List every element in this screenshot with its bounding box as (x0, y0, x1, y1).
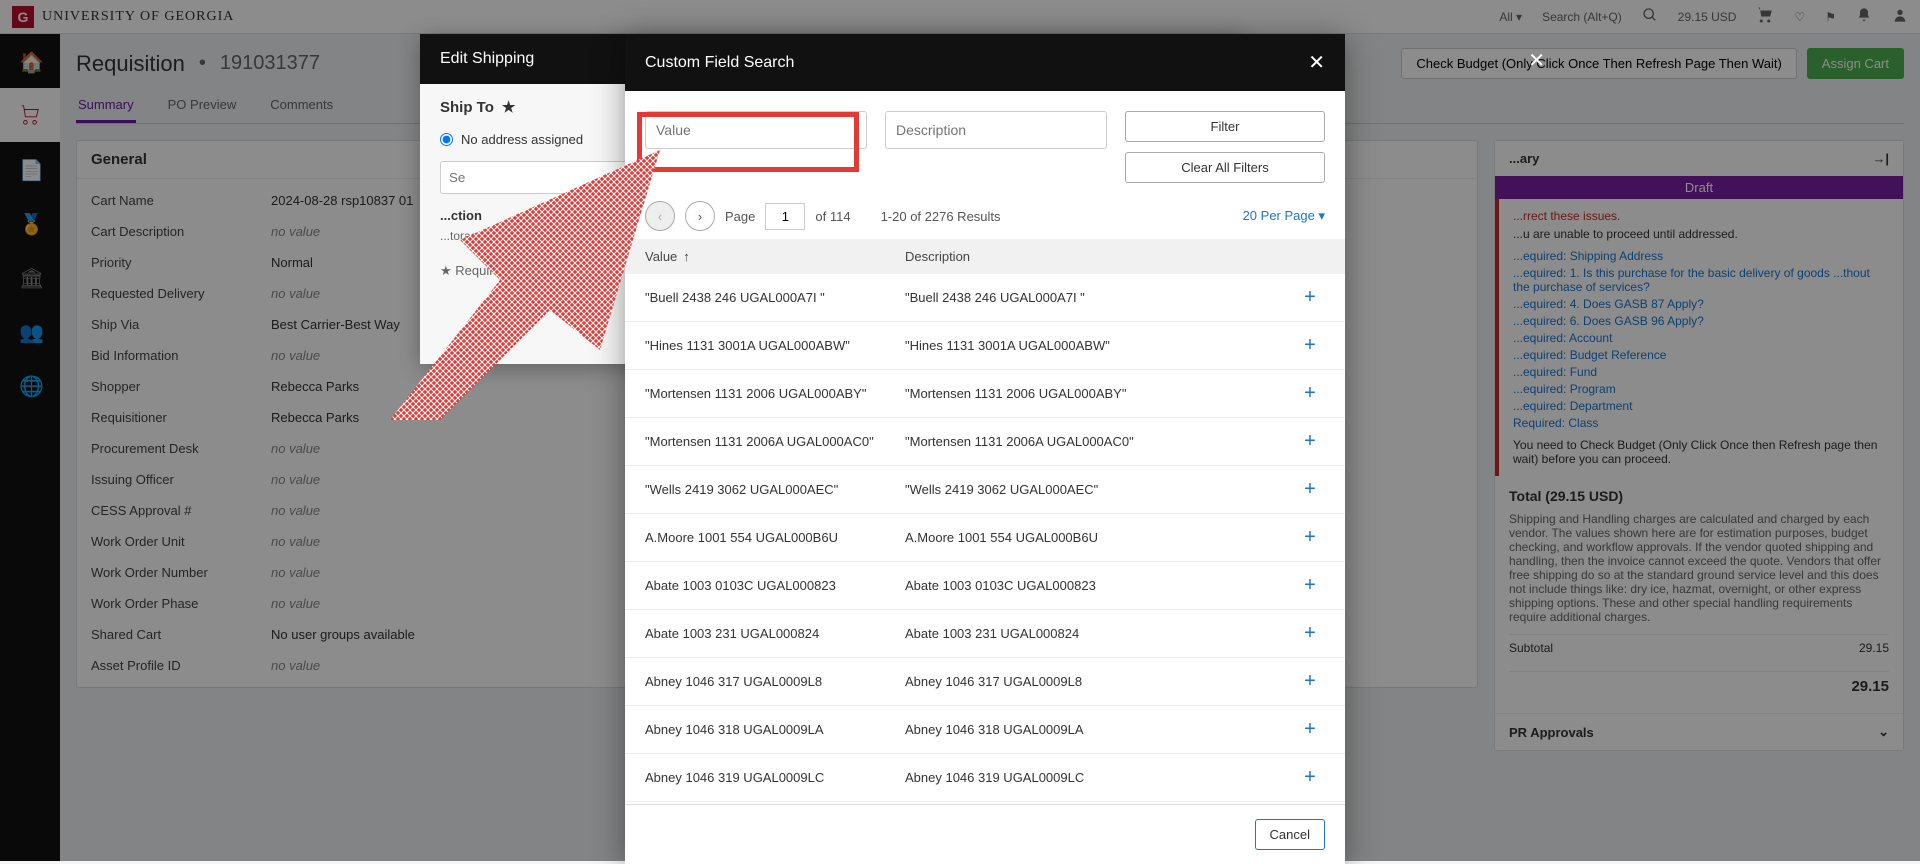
add-icon[interactable]: + (1295, 766, 1325, 789)
filter-button[interactable]: Filter (1125, 111, 1325, 142)
add-icon[interactable]: + (1295, 286, 1325, 309)
search-result-row: "Wells 2419 3062 UGAL000AEC""Wells 2419 … (625, 466, 1345, 514)
row-value: Abney 1046 319 UGAL0009LC (645, 770, 905, 785)
search-result-row: Abney 1046 319 UGAL0009LCAbney 1046 319 … (625, 754, 1345, 802)
row-value: Abate 1003 231 UGAL000824 (645, 626, 905, 641)
add-icon[interactable]: + (1295, 334, 1325, 357)
of-pages: of 114 (815, 209, 850, 224)
row-description: "Hines 1131 3001A UGAL000ABW" (905, 338, 1295, 353)
row-description: A.Moore 1001 554 UGAL000B6U (905, 530, 1295, 545)
row-value: Abate 1003 0103C UGAL000823 (645, 578, 905, 593)
search-result-row: "Mortensen 1131 2006A UGAL000AC0""Morten… (625, 418, 1345, 466)
prev-page-button[interactable]: ‹ (645, 201, 675, 231)
row-description: "Buell 2438 246 UGAL000A7I " (905, 290, 1295, 305)
close-icon[interactable]: ✕ (1308, 50, 1325, 75)
custom-field-search-modal: Custom Field Search ✕ ✕ Filter Clear All… (625, 34, 1345, 864)
page-number-input[interactable] (765, 203, 805, 230)
cfs-title: Custom Field Search (645, 54, 794, 72)
search-result-row: "Hines 1131 3001A UGAL000ABW""Hines 1131… (625, 322, 1345, 370)
row-description: "Mortensen 1131 2006 UGAL000ABY" (905, 386, 1295, 401)
ship-to-label: Ship To (440, 99, 494, 116)
search-result-row: A.Moore 1001 554 UGAL000B6UA.Moore 1001 … (625, 514, 1345, 562)
row-value: "Mortensen 1131 2006A UGAL000AC0" (645, 434, 905, 449)
edit-shipping-title: Edit Shipping (440, 50, 534, 67)
add-icon[interactable]: + (1295, 622, 1325, 645)
row-description: Abney 1046 317 UGAL0009L8 (905, 674, 1295, 689)
row-description: "Mortensen 1131 2006A UGAL000AC0" (905, 434, 1295, 449)
required-fields-note: Required fields (455, 263, 542, 278)
description-filter-input[interactable] (885, 111, 1107, 149)
add-icon[interactable]: + (1295, 670, 1325, 693)
row-description: Abate 1003 0103C UGAL000823 (905, 578, 1295, 593)
row-value: A.Moore 1001 554 UGAL000B6U (645, 530, 905, 545)
results-count: 1-20 of 2276 Results (881, 209, 1001, 224)
outer-close-icon[interactable]: ✕ (1528, 48, 1545, 73)
star-icon: ★ (440, 263, 452, 278)
cancel-button[interactable]: Cancel (1255, 819, 1325, 850)
row-value: "Wells 2419 3062 UGAL000AEC" (645, 482, 905, 497)
search-result-row: Abate 1003 0103C UGAL000823Abate 1003 01… (625, 562, 1345, 610)
search-result-row: Abney 1046 318 UGAL0009LAAbney 1046 318 … (625, 706, 1345, 754)
row-description: Abney 1046 318 UGAL0009LA (905, 722, 1295, 737)
clear-filters-button[interactable]: Clear All Filters (1125, 152, 1325, 183)
row-value: Abney 1046 318 UGAL0009LA (645, 722, 905, 737)
page-label: Page (725, 209, 755, 224)
th-description[interactable]: Description (905, 249, 1325, 264)
search-result-row: "Buell 2438 246 UGAL000A7I ""Buell 2438 … (625, 274, 1345, 322)
search-result-row: Abney 1046 317 UGAL0009L8Abney 1046 317 … (625, 658, 1345, 706)
no-address-label: No address assigned (461, 132, 583, 147)
no-address-radio[interactable] (440, 133, 453, 146)
row-description: Abate 1003 231 UGAL000824 (905, 626, 1295, 641)
row-value: "Hines 1131 3001A UGAL000ABW" (645, 338, 905, 353)
add-icon[interactable]: + (1295, 382, 1325, 405)
search-result-row: "Mortensen 1131 2006 UGAL000ABY""Mortens… (625, 370, 1345, 418)
row-value: "Buell 2438 246 UGAL000A7I " (645, 290, 905, 305)
search-result-row: Abate 1003 231 UGAL000824Abate 1003 231 … (625, 610, 1345, 658)
row-value: Abney 1046 317 UGAL0009L8 (645, 674, 905, 689)
add-icon[interactable]: + (1295, 526, 1325, 549)
star-icon: ★ (502, 98, 515, 116)
next-page-button[interactable]: › (685, 201, 715, 231)
add-icon[interactable]: + (1295, 430, 1325, 453)
row-description: "Wells 2419 3062 UGAL000AEC" (905, 482, 1295, 497)
per-page-dropdown[interactable]: 20 Per Page ▾ (1243, 208, 1325, 224)
row-value: "Mortensen 1131 2006 UGAL000ABY" (645, 386, 905, 401)
value-filter-input[interactable] (645, 111, 867, 149)
add-icon[interactable]: + (1295, 478, 1325, 501)
add-icon[interactable]: + (1295, 574, 1325, 597)
th-value[interactable]: Value ↑ (645, 249, 905, 264)
row-description: Abney 1046 319 UGAL0009LC (905, 770, 1295, 785)
add-icon[interactable]: + (1295, 718, 1325, 741)
sort-asc-icon: ↑ (683, 249, 690, 264)
